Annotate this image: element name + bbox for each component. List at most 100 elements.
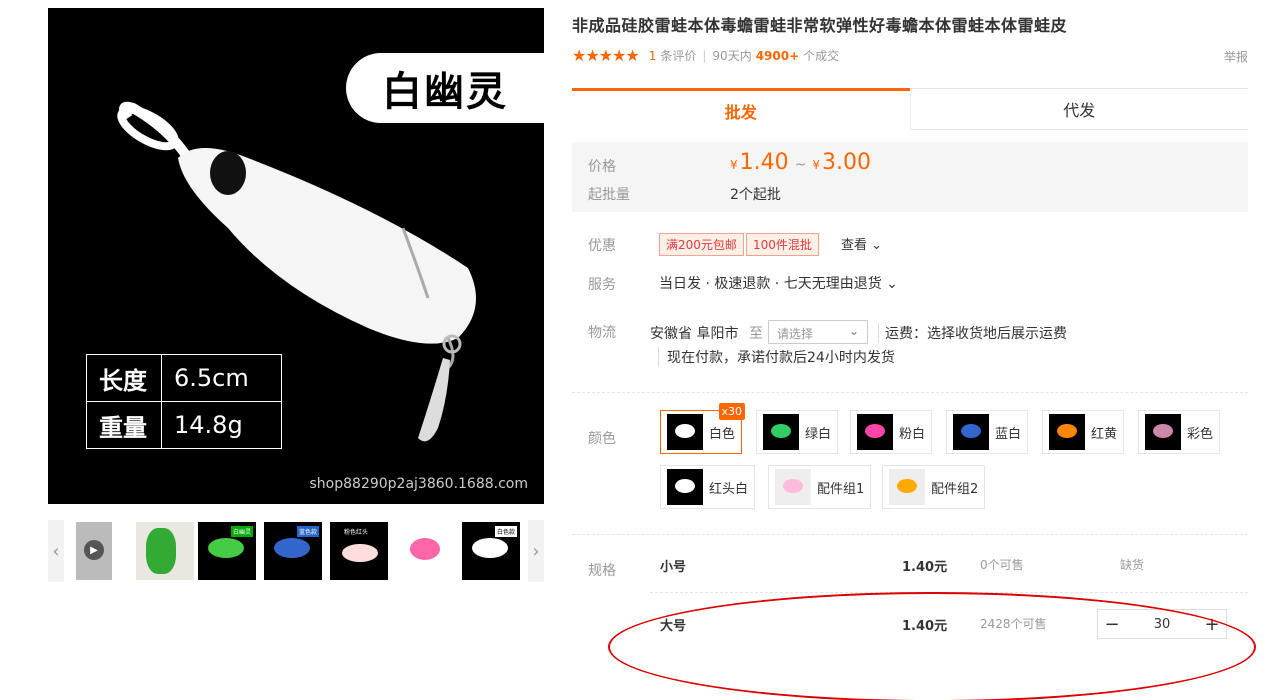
promo-tag-free-shipping[interactable]: 满200元包邮 [659, 233, 744, 256]
deal-label: 个成交 [803, 49, 840, 63]
sku-stock: 0个可售 [980, 558, 1024, 572]
color-option[interactable]: 彩色 [1138, 410, 1221, 454]
thumb-next-button[interactable]: › [528, 520, 544, 582]
color-option-label: 红头白 [709, 481, 749, 497]
sku-row-small: 小号 1.40元 0个可售 缺货 [660, 550, 1240, 580]
color-swatch-image [667, 414, 703, 450]
divider [650, 592, 1248, 593]
price-label: 价格 [588, 159, 616, 175]
product-page: 白幽灵 长度 6.5cm 重量 14.8g shop88290p2aj3860.… [0, 0, 1278, 700]
color-option-label: 彩色 [1187, 426, 1214, 442]
color-option[interactable]: 红头白 [660, 465, 756, 509]
separator: | [702, 48, 707, 63]
shop-watermark: shop88290p2aj3860.1688.com [309, 476, 528, 492]
sku-name: 大号 [660, 619, 687, 634]
chevron-down-icon: ⌄ [848, 324, 859, 338]
spec-table: 长度 6.5cm 重量 14.8g [86, 354, 282, 449]
thumbnail-video[interactable]: ▶ [76, 522, 112, 580]
color-option-label: 配件组2 [931, 481, 979, 497]
color-option[interactable]: 蓝白 [946, 410, 1029, 454]
purchase-mode-tabs: 批发 代发 [572, 88, 1248, 130]
spec-key: 重量 [86, 401, 162, 449]
color-swatch-image [763, 414, 799, 450]
thumbnail-green-white[interactable]: 白幽灵 [198, 522, 256, 580]
star-rating-icon: ★★★★★ [572, 46, 640, 65]
color-option[interactable]: 配件组2 [882, 465, 986, 509]
currency-symbol: ¥ [812, 158, 820, 172]
price-max: 3.00 [822, 150, 871, 175]
rating-summary: ★★★★★ 1 条评价 | 90天内 4900+ 个成交 [572, 46, 839, 65]
spec-row-length: 长度 6.5cm [86, 354, 282, 402]
thumbnail-pink-frog[interactable] [396, 522, 454, 580]
price-tilde: ~ [794, 157, 807, 173]
color-swatch-image [775, 469, 811, 505]
thumb-tag: 粉色红头 [342, 526, 371, 537]
review-label[interactable]: 条评价 [660, 47, 696, 64]
color-swatch-image [857, 414, 893, 450]
color-swatch-image [889, 469, 925, 505]
product-title: 非成品硅胶雷蛙本体毒蟾雷蛙非常软弹性好毒蟾本体雷蛙本体雷蛙皮 [572, 16, 1068, 35]
thumb-tag: 白色款 [494, 526, 517, 537]
color-swatch-image [953, 414, 989, 450]
currency-symbol: ¥ [730, 158, 738, 172]
thumbnail-strip: ‹ ▶ 白幽灵 蓝色款 粉色红头 白色款 › [48, 520, 544, 582]
color-option[interactable]: 绿白 [756, 410, 839, 454]
thumb-tag: 白幽灵 [230, 526, 253, 537]
destination-placeholder: 请选择 [777, 327, 814, 341]
thumbnail-blue-white[interactable]: 蓝色款 [264, 522, 322, 580]
color-option-label: 蓝白 [995, 426, 1022, 442]
sku-row-large: 大号 1.40元 2428个可售 − 30 + [660, 609, 1240, 639]
report-link[interactable]: 举报 [1224, 48, 1248, 65]
spec-key: 长度 [86, 354, 162, 402]
promo-view-link[interactable]: 查看 ⌄ [841, 234, 882, 253]
tab-dropship[interactable]: 代发 [909, 88, 1248, 130]
price-box: 价格 ¥1.40 ~ ¥3.00 起批量 2个起批 [572, 142, 1248, 212]
shipping-promise: 现在付款，承诺付款后24小时内发货 [658, 347, 895, 367]
thumb-prev-button[interactable]: ‹ [48, 520, 64, 582]
ship-to-label: 至 [749, 326, 763, 342]
color-swatch-image [1049, 414, 1085, 450]
chevron-left-icon: ‹ [52, 540, 60, 562]
color-option[interactable]: 配件组1 [768, 465, 872, 509]
color-option-label: 白色 [709, 426, 736, 442]
price-range: ¥1.40 ~ ¥3.00 [730, 150, 871, 175]
spec-label: 规格 [588, 563, 616, 579]
chevron-right-icon: › [532, 540, 540, 562]
spec-row-weight: 重量 14.8g [86, 401, 282, 449]
period-label: 90天内 [712, 49, 752, 63]
review-count[interactable]: 1 [649, 49, 657, 63]
divider [572, 392, 1248, 393]
promo-tag-mixed-batch[interactable]: 100件混批 [746, 233, 819, 256]
moq-label: 起批量 [588, 187, 630, 203]
divider [572, 534, 1248, 535]
color-option-label: 粉白 [899, 426, 926, 442]
thumbnail-white[interactable]: 白色款 [462, 522, 520, 580]
quantity-stepper: − 30 + [1097, 609, 1227, 639]
service-value[interactable]: 当日发 · 极速退款 · 七天无理由退货 ⌄ [659, 273, 898, 293]
color-option-label: 红黄 [1091, 426, 1118, 442]
ship-from-location: 安徽省 阜阳市 [650, 326, 739, 342]
sku-price: 1.40元 [902, 560, 948, 575]
increment-button[interactable]: + [1198, 610, 1226, 638]
freight-info: 运费：选择收货地后展示运费 [878, 323, 1067, 343]
sku-out-of-stock: 缺货 [1120, 558, 1145, 572]
tab-wholesale[interactable]: 批发 [572, 88, 910, 130]
color-option[interactable]: 粉白 [850, 410, 933, 454]
quantity-input[interactable]: 30 [1126, 610, 1198, 638]
sku-name: 小号 [660, 560, 687, 575]
thumbnail-pink-red[interactable]: 粉色红头 [330, 522, 388, 580]
color-swatch-image [667, 469, 703, 505]
sku-price: 1.40元 [902, 619, 948, 634]
deal-count: 4900+ [755, 48, 800, 63]
color-option[interactable]: 红黄 [1042, 410, 1125, 454]
color-option[interactable]: 白色 x30 [660, 403, 746, 454]
promo-label: 优惠 [588, 238, 616, 254]
thumbnail-green-frog[interactable] [136, 522, 194, 580]
color-label: 颜色 [588, 431, 616, 447]
decrement-button[interactable]: − [1098, 610, 1126, 638]
spec-value: 6.5cm [161, 354, 282, 402]
destination-select[interactable]: 请选择 ⌄ [768, 320, 868, 344]
quantity-badge: x30 [718, 403, 746, 420]
main-product-image[interactable]: 白幽灵 长度 6.5cm 重量 14.8g shop88290p2aj3860.… [48, 8, 544, 504]
color-option-label: 配件组1 [817, 481, 865, 497]
